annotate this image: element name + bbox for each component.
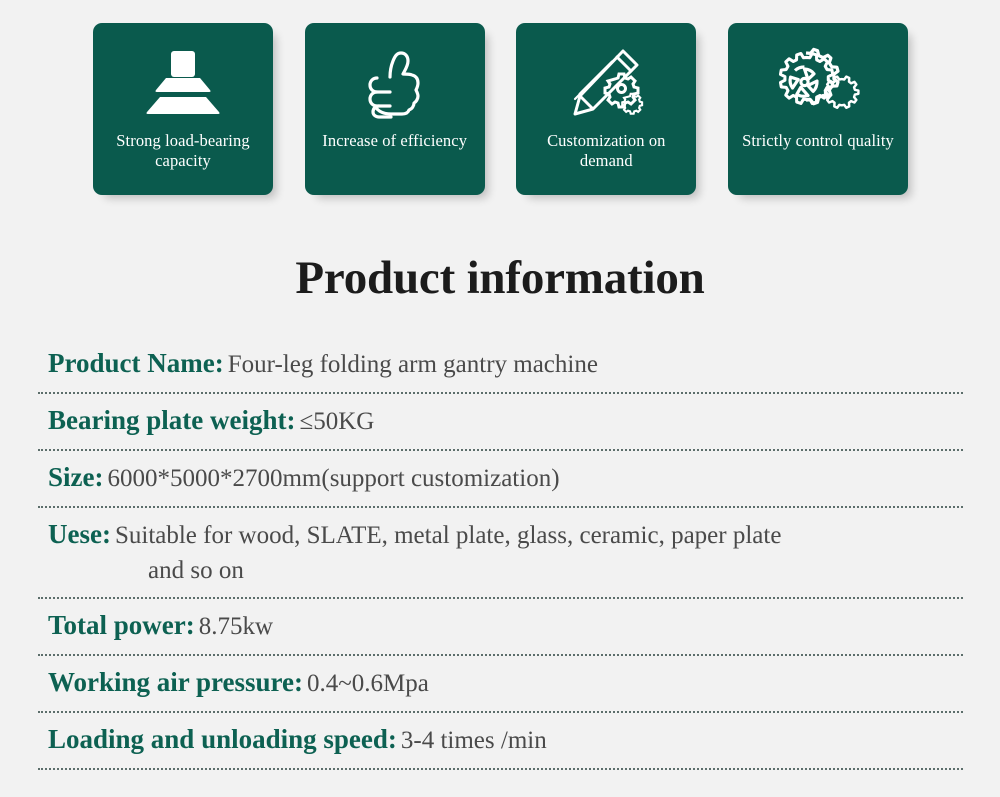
double-gear-icon — [775, 45, 861, 123]
stacked-load-icon — [140, 45, 226, 123]
thumbs-up-icon — [352, 45, 438, 123]
spec-label: Size: — [48, 462, 104, 492]
spec-value: 3-4 times /min — [400, 727, 547, 754]
spec-value: 8.75kw — [198, 613, 274, 640]
spec-label: Loading and unloading speed: — [48, 724, 397, 754]
table-row: Total power: 8.75kw — [38, 599, 963, 656]
feature-card-label: Strictly control quality — [742, 131, 894, 150]
table-row: Working air pressure: 0.4~0.6Mpa — [38, 656, 963, 713]
spec-label: Uese: — [48, 519, 111, 549]
spec-label: Product Name: — [48, 348, 224, 378]
table-row: Uese: Suitable for wood, SLATE, metal pl… — [38, 508, 963, 599]
spec-value: ≤50KG — [299, 408, 375, 435]
feature-card-label: Customization on demand — [547, 131, 666, 170]
page-title: Product information — [295, 252, 705, 304]
spec-label: Total power: — [48, 610, 195, 640]
feature-card-label: Strong load-bearing capacity — [116, 131, 250, 170]
product-spec-table: Product Name: Four-leg folding arm gantr… — [38, 338, 963, 770]
product-information-page: Strong load-bearing capacity Increase of… — [0, 0, 1000, 797]
spec-label: Working air pressure: — [48, 667, 304, 697]
feature-card-customization[interactable]: Customization on demand — [516, 23, 697, 195]
spec-value: Four-leg folding arm gantry machine — [227, 351, 598, 378]
spec-value: 0.4~0.6Mpa — [307, 670, 429, 697]
table-row: Bearing plate weight: ≤50KG — [38, 394, 963, 451]
spec-value: 6000*5000*2700mm(support customization) — [107, 465, 560, 492]
feature-card-load-bearing[interactable]: Strong load-bearing capacity — [93, 23, 273, 195]
feature-cards-row: Strong load-bearing capacity Increase of… — [93, 23, 908, 195]
pencil-gears-icon — [563, 45, 649, 123]
feature-card-label: Increase of efficiency — [322, 131, 468, 150]
feature-card-efficiency[interactable]: Increase of efficiency — [304, 23, 485, 195]
feature-card-quality[interactable]: Strictly control quality — [727, 23, 908, 195]
table-row: Product Name: Four-leg folding arm gantr… — [38, 338, 963, 394]
spec-value: Suitable for wood, SLATE, metal plate, g… — [114, 522, 782, 549]
table-row: Loading and unloading speed: 3-4 times /… — [38, 713, 963, 770]
spec-value-continuation: and so on — [148, 557, 244, 584]
spec-label: Bearing plate weight: — [48, 405, 296, 435]
table-row: Size: 6000*5000*2700mm(support customiza… — [38, 451, 963, 508]
